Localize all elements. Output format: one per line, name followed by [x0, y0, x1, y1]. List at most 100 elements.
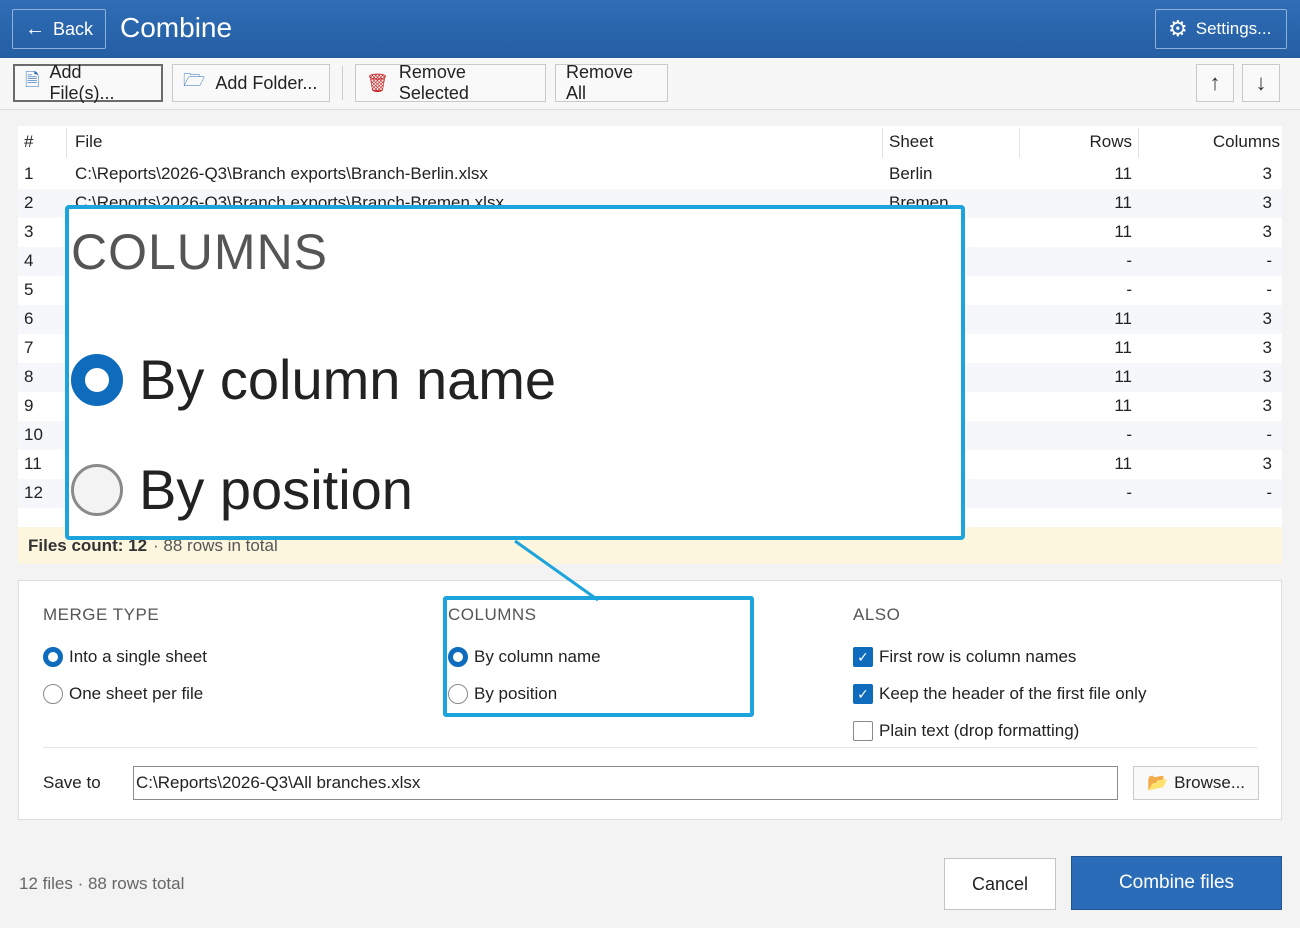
cancel-label: Cancel	[971, 873, 1029, 894]
col-header-file[interactable]: File	[75, 132, 102, 152]
cell-sheet: Berlin	[889, 164, 933, 183]
cell-columns: 3	[1262, 396, 1272, 415]
zoom-columns-heading: COLUMNS	[71, 224, 329, 280]
cell-num: 8	[24, 367, 34, 386]
radio-one-sheet-per-file[interactable]: One sheet per file	[43, 684, 203, 704]
add-folder-label: Add Folder...	[215, 72, 318, 93]
cell-columns: 3	[1262, 338, 1272, 357]
zoom-callout: COLUMNS By column name By position	[65, 205, 965, 540]
settings-button[interactable]: ⚙ Settings...	[1155, 9, 1287, 49]
options-divider	[43, 747, 1257, 748]
cell-columns: -	[1266, 425, 1272, 444]
arrow-up-icon: ↑	[1209, 70, 1221, 95]
column-divider[interactable]	[1019, 128, 1020, 158]
cancel-button[interactable]: Cancel	[944, 858, 1056, 910]
add-file-icon: 🗎	[25, 70, 40, 90]
col-header-sheet[interactable]: Sheet	[889, 132, 933, 152]
column-divider[interactable]	[882, 128, 883, 158]
remove-selected-button[interactable]: 🗑 Remove Selected	[355, 62, 546, 103]
cell-num: 1	[24, 164, 34, 183]
checkbox-label: Keep the header of the first file only	[879, 684, 1147, 703]
browse-button[interactable]: 📂 Browse...	[1133, 766, 1259, 800]
folder-icon: 🗁	[183, 70, 206, 90]
cell-num: 2	[24, 193, 34, 212]
remove-all-label: Remove All	[566, 62, 634, 103]
radio-label: One sheet per file	[69, 684, 204, 703]
radio-into-single-sheet[interactable]: Into a single sheet	[43, 647, 207, 667]
zoom-radio-by-position: By position	[71, 457, 413, 522]
cell-num: 6	[24, 309, 34, 328]
remove-selected-label: Remove Selected	[398, 62, 469, 103]
checkbox-unchecked[interactable]	[853, 721, 873, 741]
column-divider[interactable]	[66, 128, 67, 158]
cell-columns: 3	[1262, 164, 1272, 183]
cell-num: 5	[24, 280, 34, 299]
cell-rows: 11	[1114, 338, 1132, 357]
table-row[interactable]: 1 C:\Reports\2026-Q3\Branch exports\Branc…	[18, 160, 1282, 189]
cell-columns: 3	[1262, 367, 1272, 386]
trash-icon: 🗑	[366, 72, 389, 93]
checkbox-label: First row is column names	[879, 647, 1077, 666]
browse-label: Browse...	[1174, 773, 1246, 792]
combine-files-button[interactable]: Combine files	[1071, 856, 1282, 910]
cell-rows: 11	[1114, 454, 1132, 473]
cell-num: 4	[24, 251, 34, 270]
col-header-columns[interactable]: Columns	[1213, 132, 1280, 152]
checkbox-checked[interactable]: ✓	[853, 684, 873, 704]
column-divider[interactable]	[1138, 128, 1139, 158]
save-to-label: Save to	[43, 773, 101, 792]
col-header-num[interactable]: #	[24, 132, 33, 152]
save-to-input[interactable]	[133, 766, 1118, 800]
cell-columns: 3	[1262, 454, 1272, 473]
toolbar: 🗎 Add File(s)... 🗁 Add Folder... 🗑 Remov…	[0, 58, 1300, 110]
back-label: Back	[53, 18, 94, 39]
cell-columns: 3	[1262, 193, 1272, 212]
cell-rows: 11	[1114, 222, 1132, 241]
merge-type-heading: MERGE TYPE	[43, 605, 160, 624]
cell-rows: -	[1126, 251, 1132, 270]
cell-num: 3	[24, 222, 34, 241]
radio-indicator[interactable]	[43, 684, 63, 704]
also-heading: ALSO	[853, 605, 901, 624]
add-files-button[interactable]: 🗎 Add File(s)...	[13, 62, 163, 103]
cell-rows: 11	[1114, 396, 1132, 415]
table-header: # File Sheet Rows Columns	[18, 126, 1282, 160]
checkbox-keep-header[interactable]: ✓ Keep the header of the first file only	[853, 684, 1146, 704]
move-down-button[interactable]: ↓	[1242, 64, 1280, 102]
title-bar: ← Back Combine ⚙ Settings...	[0, 0, 1300, 58]
cell-file: C:\Reports\2026-Q3\Branch exports\Branch…	[75, 164, 488, 183]
cell-num: 11	[24, 454, 42, 473]
arrow-left-icon: ←	[25, 17, 45, 40]
footer-status: 12 files · 88 rows total	[19, 874, 185, 893]
toolbar-divider	[342, 66, 343, 100]
folder-open-icon: 📂	[1146, 773, 1169, 792]
checkbox-label: Plain text (drop formatting)	[879, 721, 1080, 740]
cell-columns: -	[1266, 483, 1272, 502]
columns-highlight-box	[443, 596, 754, 717]
cell-rows: -	[1126, 483, 1132, 502]
checkbox-plain-text[interactable]: Plain text (drop formatting)	[853, 721, 1079, 741]
move-up-button[interactable]: ↑	[1196, 64, 1234, 102]
radio-selected-indicator[interactable]	[43, 647, 63, 667]
settings-label: Settings...	[1195, 19, 1272, 38]
page-title: Combine	[120, 12, 233, 43]
add-folder-button[interactable]: 🗁 Add Folder...	[172, 64, 330, 102]
checkbox-checked[interactable]: ✓	[853, 647, 873, 667]
cell-columns: 3	[1262, 309, 1272, 328]
back-button[interactable]: ← Back	[12, 9, 106, 49]
add-files-label: Add File(s)...	[49, 62, 115, 103]
cell-rows: 11	[1114, 193, 1132, 212]
cell-rows: 11	[1114, 164, 1132, 183]
remove-all-button[interactable]: Remove All	[555, 62, 668, 103]
arrow-down-icon: ↓	[1255, 70, 1267, 95]
zoom-radio-unselected	[71, 463, 123, 516]
checkbox-first-row-names[interactable]: ✓ First row is column names	[853, 647, 1076, 667]
cell-rows: -	[1126, 425, 1132, 444]
cell-rows: 11	[1114, 367, 1132, 386]
zoom-radio-by-column-name: By column name	[71, 347, 556, 412]
radio-label: Into a single sheet	[69, 647, 207, 666]
cell-num: 7	[24, 338, 34, 357]
zoom-radio-label: By column name	[139, 348, 557, 411]
cell-num: 10	[24, 425, 43, 444]
col-header-rows[interactable]: Rows	[1089, 132, 1132, 152]
